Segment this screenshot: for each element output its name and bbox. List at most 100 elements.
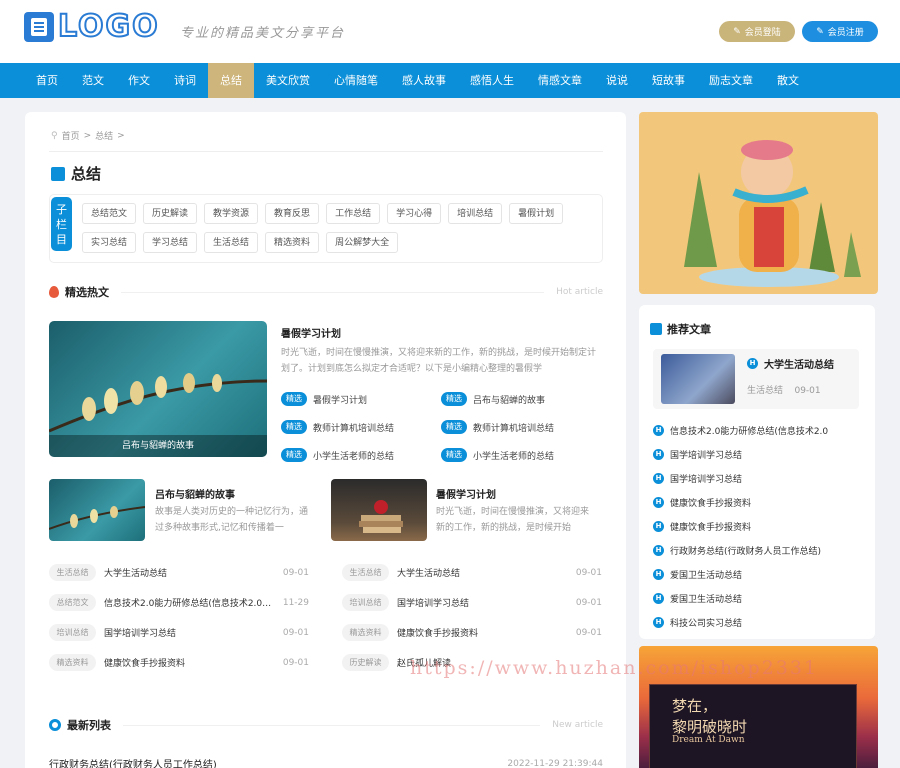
recommend-item-title: 国学培训学习总结: [670, 474, 743, 485]
article-title[interactable]: 暑假学习计划: [436, 486, 496, 501]
article-title[interactable]: 吕布与貂蝉的故事: [155, 486, 235, 501]
article-thumbnail[interactable]: [49, 479, 145, 541]
logo-text: LOGO: [57, 9, 160, 44]
nav-item-shuoshuo[interactable]: 说说: [594, 63, 640, 98]
nav-item-duangushi[interactable]: 短故事: [640, 63, 697, 98]
pick-item[interactable]: 精选 小学生活老师的总结: [441, 448, 554, 462]
site-slogan: 专业的精品美文分享平台: [180, 26, 346, 41]
subcolumn-tag[interactable]: 学习总结: [143, 232, 198, 253]
nav-item-home[interactable]: 首页: [24, 63, 70, 98]
nav-item-xinqing[interactable]: 心情随笔: [322, 63, 390, 98]
location-pin-icon: ⚲: [51, 130, 58, 141]
nav-item-zuowen[interactable]: 作文: [116, 63, 162, 98]
recommend-item[interactable]: H 科技公司实习总结: [653, 610, 869, 634]
divider: [123, 724, 541, 726]
user-icon: ✎: [733, 26, 741, 37]
thumbs-up-icon: [650, 323, 662, 335]
article-thumbnail[interactable]: [331, 479, 427, 541]
h-icon: H: [653, 616, 664, 628]
recommend-top-date: 09-01: [794, 386, 821, 396]
nav-item-lizhi[interactable]: 励志文章: [697, 63, 765, 98]
recommend-item[interactable]: H 健康饮食手抄报资料: [653, 514, 869, 538]
nav-item-meiwen[interactable]: 美文欣赏: [254, 63, 322, 98]
pick-item[interactable]: 精选 教师计算机培训总结: [281, 420, 394, 434]
recommend-header: 推荐文章: [650, 321, 711, 337]
recommend-item-title: 行政财务总结(行政财务人员工作总结): [670, 546, 822, 557]
register-label: 会员注册: [827, 28, 864, 38]
breadcrumb-current[interactable]: 总结: [95, 129, 113, 142]
recommend-item[interactable]: H 爱国卫生活动总结: [653, 562, 869, 586]
subcolumn-tag[interactable]: 历史解读: [143, 203, 198, 224]
login-button[interactable]: ✎ 会员登陆: [719, 21, 795, 42]
subcolumn-tag[interactable]: 实习总结: [82, 232, 137, 253]
featured-title[interactable]: 暑假学习计划: [281, 325, 341, 340]
nav-item-fanwen[interactable]: 范文: [70, 63, 116, 98]
recommend-item[interactable]: H 信息技术2.0能力研修总结(信息技术2.0: [653, 418, 869, 442]
sidebar-ad-banner[interactable]: [639, 112, 878, 294]
featured-desc: 时光飞逝，时间在慢慢推演，又将迎来新的工作，新的挑战，是时候开始制定计划了。计划…: [281, 348, 597, 374]
nav-item-shici[interactable]: 诗词: [162, 63, 208, 98]
list-item[interactable]: 精选资料 健康饮食手抄报资料 09-01: [49, 654, 309, 671]
pick-item[interactable]: 精选 教师计算机培训总结: [441, 420, 554, 434]
subcolumn-tag[interactable]: 教育反思: [265, 203, 320, 224]
recommend-item[interactable]: H 国学培训学习总结: [653, 442, 869, 466]
subcolumn-tag[interactable]: 生活总结: [204, 232, 259, 253]
list-item-title: 国学培训学习总结: [397, 599, 470, 609]
nav-item-qinggan[interactable]: 情感文章: [526, 63, 594, 98]
nav-item-sanwen[interactable]: 散文: [765, 63, 811, 98]
recommend-item-title: 爱国卫生活动总结: [670, 594, 743, 605]
list-item[interactable]: 生活总结 大学生活动总结 09-01: [49, 564, 309, 581]
recommend-top-cat: 生活总结: [747, 386, 784, 396]
list-item[interactable]: 培训总结 国学培训学习总结 09-01: [49, 624, 309, 641]
pick-item[interactable]: 精选 暑假学习计划: [281, 392, 367, 406]
latest-list-item[interactable]: 行政财务总结(行政财务人员工作总结) 2022-11-29 21:39:44: [49, 756, 603, 768]
recommend-item-title: 国学培训学习总结: [670, 450, 743, 461]
recommend-item-title: 健康饮食手抄报资料: [670, 522, 752, 533]
h-icon: H: [653, 448, 664, 460]
subcolumn-tag[interactable]: 学习心得: [387, 203, 442, 224]
nav-item-ganwu[interactable]: 感悟人生: [458, 63, 526, 98]
recommend-item[interactable]: H 行政财务总结(行政财务人员工作总结): [653, 538, 869, 562]
subcolumn-tag[interactable]: 工作总结: [326, 203, 381, 224]
list-item[interactable]: 培训总结 国学培训学习总结 09-01: [342, 594, 602, 611]
poster-title-line1: 梦在，: [672, 697, 718, 715]
category-badge: 培训总结: [342, 594, 389, 611]
h-icon: H: [653, 424, 664, 436]
subcolumn-tag[interactable]: 教学资源: [204, 203, 259, 224]
page-title-text: 总结: [71, 165, 102, 183]
list-item[interactable]: 生活总结 大学生活动总结 09-01: [342, 564, 602, 581]
featured-image[interactable]: 吕布与貂蝉的故事: [49, 321, 267, 457]
nav-item-ganren[interactable]: 感人故事: [390, 63, 458, 98]
recommend-item[interactable]: H 健康饮食手抄报资料: [653, 490, 869, 514]
subcolumn-tag[interactable]: 精选资料: [265, 232, 320, 253]
fire-icon: [49, 286, 59, 298]
register-button[interactable]: ✎ 会员注册: [802, 21, 878, 42]
h-icon: H: [747, 358, 758, 369]
subcolumn-tag[interactable]: 总结范文: [82, 203, 137, 224]
willow-thumbnail-image: [49, 506, 145, 530]
latest-item-date: 2022-11-29 21:39:44: [507, 758, 603, 768]
recommend-item[interactable]: H 国学培训学习总结: [653, 466, 869, 490]
site-logo[interactable]: LOGO: [24, 9, 160, 44]
list-item-title: 信息技术2.0能力研修总结(信息技术2.0能力提升: [104, 599, 280, 609]
article-desc: 时光飞逝，时间在慢慢推演，又将迎来新的工作，新的挑战，是时候开始: [436, 507, 590, 533]
pick-item[interactable]: 精选 吕布与貂蝉的故事: [441, 392, 545, 406]
breadcrumb-home[interactable]: 首页: [62, 129, 80, 142]
recommend-item[interactable]: H 爱国卫生活动总结: [653, 586, 869, 610]
subcolumn-box: 子栏目 总结范文 历史解读 教学资源 教育反思 工作总结 学习心得 培训总结 暑…: [49, 194, 603, 263]
subcolumn-tag[interactable]: 暑假计划: [509, 203, 564, 224]
list-item-title: 健康饮食手抄报资料: [104, 659, 186, 669]
recommend-item-title: 爱国卫生活动总结: [670, 570, 743, 581]
page-title: 总结: [51, 163, 101, 184]
subcolumn-tag[interactable]: 周公解梦大全: [326, 232, 399, 253]
recommend-top-item[interactable]: H 大学生活动总结 生活总结 09-01: [653, 349, 859, 409]
list-item[interactable]: 精选资料 健康饮食手抄报资料 09-01: [342, 624, 602, 641]
recommend-top-title-text: 大学生活动总结: [764, 360, 834, 371]
nav-item-zongjie[interactable]: 总结: [208, 63, 254, 98]
pick-title: 教师计算机培训总结: [313, 423, 395, 434]
list-item[interactable]: 总结范文 信息技术2.0能力研修总结(信息技术2.0能力提升 11-29: [49, 594, 309, 611]
latest-item-title: 行政财务总结(行政财务人员工作总结): [49, 760, 217, 768]
recommend-item-title: 健康饮食手抄报资料: [670, 498, 752, 509]
subcolumn-tag[interactable]: 培训总结: [448, 203, 503, 224]
pick-item[interactable]: 精选 小学生活老师的总结: [281, 448, 394, 462]
